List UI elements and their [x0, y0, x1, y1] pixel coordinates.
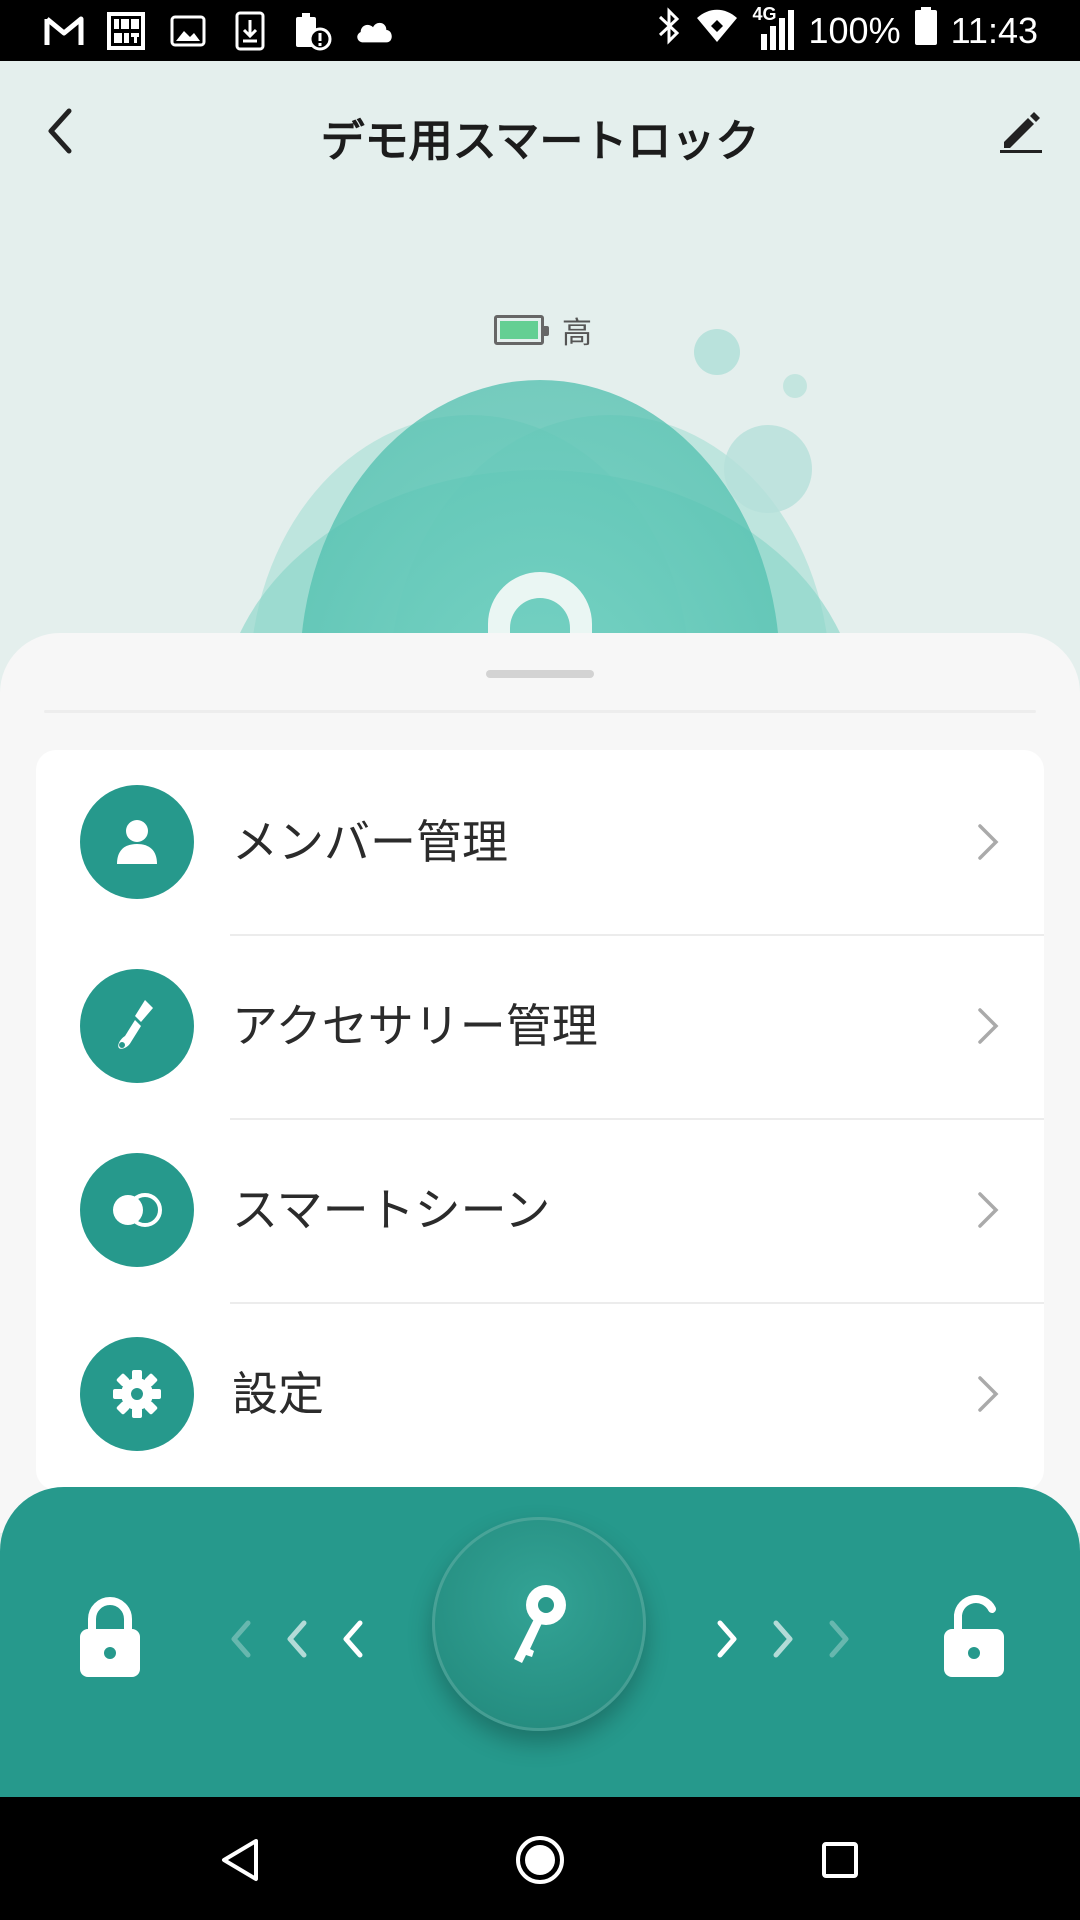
back-triangle-icon — [222, 1839, 258, 1881]
edit-button[interactable] — [986, 101, 1056, 161]
bluetooth-icon — [657, 7, 681, 54]
nav-home-button[interactable] — [505, 1825, 575, 1895]
pencil-icon — [1000, 112, 1042, 153]
drag-handle[interactable] — [486, 670, 594, 678]
unlock-icon — [944, 1595, 1004, 1677]
page-title: デモ用スマートロック — [320, 116, 760, 167]
battery-icon — [914, 7, 937, 54]
home-circle-icon — [516, 1836, 564, 1884]
recents-square-icon — [822, 1842, 858, 1878]
menu-item-label: スマートシーン — [232, 1183, 551, 1237]
clock: 11:43 — [950, 9, 1038, 51]
chevron-right-icon — [966, 1188, 1010, 1232]
key-button[interactable] — [432, 1517, 646, 1731]
iconit-icon — [106, 12, 146, 50]
menu-item-accessories[interactable]: アクセサリー管理 — [36, 934, 1044, 1118]
person-icon — [80, 785, 194, 899]
battery-level-label: 高 — [562, 316, 592, 351]
status-bar-system: 4G 100% 11:43 — [657, 0, 1038, 61]
menu-card: メンバー管理 アクセサリー管理 スマートシーン 設定 — [36, 750, 1044, 1490]
gear-icon — [80, 1337, 194, 1451]
menu-item-members[interactable]: メンバー管理 — [36, 750, 1044, 934]
menu-item-smart-scene[interactable]: スマートシーン — [36, 1118, 1044, 1302]
nav-back-button[interactable] — [205, 1825, 275, 1895]
status-bar: 4G 100% 11:43 — [0, 0, 1080, 61]
chevron-right-icon — [966, 820, 1010, 864]
signal-icon: 4G — [753, 4, 795, 52]
gmail-icon — [44, 13, 84, 49]
sheet-divider — [44, 710, 1036, 713]
status-bar-notifications — [44, 10, 394, 52]
menu-item-label: アクセサリー管理 — [232, 999, 598, 1053]
battery-alert-icon — [292, 13, 332, 51]
menu-item-label: 設定 — [232, 1367, 324, 1421]
lock-icon — [80, 1597, 140, 1677]
lock-control-panel — [0, 1487, 1080, 1797]
chevron-right-icon — [966, 1004, 1010, 1048]
app-header: デモ用スマートロック — [0, 61, 1080, 201]
nav-recents-button[interactable] — [805, 1825, 875, 1895]
swipe-right-arrows — [717, 1620, 849, 1658]
swipe-left-arrows — [231, 1620, 363, 1658]
download-icon — [230, 11, 270, 51]
screen: 4G 100% 11:43 デモ用スマートロック 高 メンバー管理 アクセサリー… — [0, 0, 1080, 1920]
chevron-left-icon — [48, 108, 72, 154]
menu-item-label: メンバー管理 — [232, 815, 508, 869]
wifi-icon — [695, 8, 739, 53]
unlock-button[interactable] — [934, 1591, 1014, 1679]
back-button[interactable] — [30, 101, 90, 161]
menu-item-settings[interactable]: 設定 — [36, 1302, 1044, 1486]
cloud-icon — [354, 13, 394, 49]
bottom-sheet: メンバー管理 アクセサリー管理 スマートシーン 設定 — [0, 633, 1080, 1533]
battery-indicator: 高 — [494, 308, 592, 352]
system-nav-bar — [0, 1797, 1080, 1920]
device-battery-icon — [494, 315, 549, 345]
lock-button[interactable] — [72, 1595, 148, 1679]
brush-icon — [80, 969, 194, 1083]
chevron-right-icon — [966, 1372, 1010, 1416]
key-icon — [514, 1585, 566, 1663]
battery-percent: 100% — [808, 9, 901, 51]
image-icon — [168, 13, 208, 49]
toggle-circles-icon — [80, 1153, 194, 1267]
